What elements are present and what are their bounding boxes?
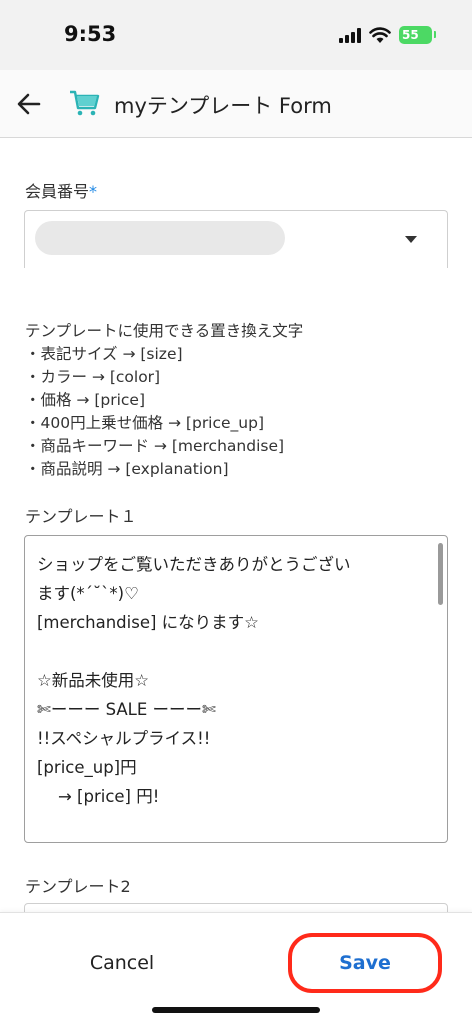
- battery-tip: [434, 31, 436, 38]
- home-indicator: [152, 1007, 320, 1013]
- help-item: ・400円上乗せ価格 → [price_up]: [25, 414, 265, 432]
- page-title: myテンプレート Form: [114, 94, 332, 118]
- dropdown-caret-icon[interactable]: [405, 236, 417, 243]
- member-number-select[interactable]: [24, 210, 448, 268]
- cellular-signal-icon: [339, 28, 361, 43]
- member-number-label-text: 会員番号: [25, 182, 90, 201]
- help-item: ・商品説明 → [explanation]: [25, 460, 229, 478]
- battery-level: 55: [402, 28, 419, 42]
- cancel-button[interactable]: Cancel: [60, 933, 184, 993]
- status-time: 9:53: [64, 22, 117, 46]
- help-item: ・カラー → [color]: [25, 368, 161, 386]
- member-number-value-redacted: [35, 221, 285, 255]
- save-button[interactable]: Save: [288, 933, 442, 993]
- member-number-label: 会員番号*: [25, 178, 97, 202]
- help-item: ・商品キーワード → [merchandise]: [25, 437, 285, 455]
- required-mark: *: [89, 182, 98, 201]
- help-item: ・表記サイズ → [size]: [25, 345, 183, 363]
- shopping-cart-icon: [70, 90, 100, 116]
- template-2-label: テンプレート2: [25, 877, 131, 896]
- app-bar: myテンプレート Form: [0, 70, 472, 138]
- help-item: ・価格 → [price]: [25, 391, 146, 409]
- placeholder-help: テンプレートに使用できる置き換え文字 ・表記サイズ → [size] ・カラー …: [25, 320, 303, 481]
- template-1-textarea[interactable]: ショップをご覧いただきありがとうござい ます(*´˘`*)♡ [merchand…: [24, 535, 448, 843]
- back-arrow-icon[interactable]: [15, 90, 43, 118]
- wifi-icon: [369, 27, 391, 43]
- status-bar: 9:53 55: [0, 0, 472, 70]
- battery-icon: 55: [399, 26, 432, 44]
- template-1-scrollbar[interactable]: [438, 543, 443, 605]
- help-title: テンプレートに使用できる置き換え文字: [25, 322, 304, 340]
- template-1-label: テンプレート１: [25, 507, 137, 526]
